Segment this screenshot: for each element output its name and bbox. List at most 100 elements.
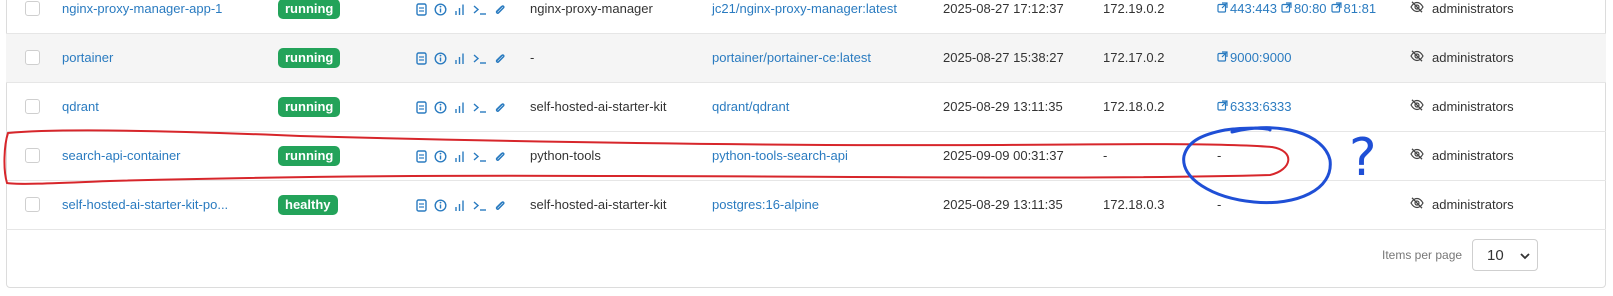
quick-actions xyxy=(416,34,506,82)
published-ports: - xyxy=(1217,148,1222,163)
quick-actions xyxy=(416,83,506,131)
image-link[interactable]: qdrant/qdrant xyxy=(712,83,789,131)
table-row[interactable]: qdrant running self-hosted-ai-starter-ki… xyxy=(6,83,1606,132)
ownership: administrators xyxy=(1410,132,1514,180)
stack-name: self-hosted-ai-starter-kit xyxy=(530,99,667,114)
attach-icon[interactable] xyxy=(494,3,506,16)
ip-address: - xyxy=(1103,148,1108,163)
ip-address: 172.17.0.2 xyxy=(1103,50,1165,65)
container-name-link[interactable]: nginx-proxy-manager-app-1 xyxy=(62,0,222,33)
table-row[interactable]: self-hosted-ai-starter-kit-po... healthy… xyxy=(6,181,1606,230)
inspect-icon[interactable] xyxy=(434,51,447,65)
stats-icon[interactable] xyxy=(454,52,465,65)
published-ports: - xyxy=(1217,197,1222,212)
logs-icon[interactable] xyxy=(416,198,427,212)
items-per-page-select[interactable]: 10 xyxy=(1472,239,1538,271)
quick-actions xyxy=(416,132,506,180)
port-link[interactable]: 80:80 xyxy=(1281,0,1327,33)
external-link-icon xyxy=(1330,0,1342,33)
ip-address: 172.18.0.2 xyxy=(1103,99,1165,114)
attach-icon[interactable] xyxy=(494,150,506,163)
port-mapping: 443:443 xyxy=(1230,1,1277,16)
status-badge: running xyxy=(278,146,341,166)
published-ports: 9000:9000 xyxy=(1217,34,1295,82)
status-badge: healthy xyxy=(278,195,338,215)
inspect-icon[interactable] xyxy=(434,2,447,16)
published-ports: 6333:6333 xyxy=(1217,83,1295,131)
row-checkbox[interactable] xyxy=(25,148,40,163)
stats-icon[interactable] xyxy=(454,150,465,163)
logs-icon[interactable] xyxy=(416,2,427,16)
container-name-link[interactable]: self-hosted-ai-starter-kit-po... xyxy=(62,181,228,229)
row-checkbox[interactable] xyxy=(25,1,40,16)
image-link[interactable]: postgres:16-alpine xyxy=(712,181,819,229)
items-per-page-value: 10 xyxy=(1487,247,1504,264)
stack-name: nginx-proxy-manager xyxy=(530,1,653,16)
logs-icon[interactable] xyxy=(416,149,427,163)
external-link-icon xyxy=(1217,34,1228,82)
logs-icon[interactable] xyxy=(416,100,427,114)
console-icon[interactable] xyxy=(472,52,487,65)
image-link[interactable]: python-tools-search-api xyxy=(712,132,848,180)
eye-slash-icon xyxy=(1410,34,1424,82)
status-badge: running xyxy=(278,0,341,19)
table-row[interactable]: search-api-container running python-tool… xyxy=(6,132,1606,181)
row-checkbox[interactable] xyxy=(25,50,40,65)
port-link[interactable]: 443:443 xyxy=(1217,0,1277,33)
items-per-page-label: Items per page xyxy=(1382,248,1463,262)
ownership-label: administrators xyxy=(1432,197,1514,212)
inspect-icon[interactable] xyxy=(434,100,447,114)
ip-address: 172.18.0.3 xyxy=(1103,197,1165,212)
inspect-icon[interactable] xyxy=(434,198,447,212)
eye-slash-icon xyxy=(1410,132,1424,180)
console-icon[interactable] xyxy=(472,3,487,16)
attach-icon[interactable] xyxy=(494,101,506,114)
row-checkbox[interactable] xyxy=(25,99,40,114)
stats-icon[interactable] xyxy=(454,199,465,212)
stack-name: self-hosted-ai-starter-kit xyxy=(530,197,667,212)
ownership-label: administrators xyxy=(1432,50,1514,65)
port-link[interactable]: 6333:6333 xyxy=(1217,83,1291,131)
ownership: administrators xyxy=(1410,34,1514,82)
stats-icon[interactable] xyxy=(454,101,465,114)
container-name-link[interactable]: qdrant xyxy=(62,83,99,131)
image-link[interactable]: jc21/nginx-proxy-manager:latest xyxy=(712,0,897,33)
created-date: 2025-08-29 13:11:35 xyxy=(943,197,1063,212)
ip-address: 172.19.0.2 xyxy=(1103,1,1165,16)
port-link[interactable]: 81:81 xyxy=(1330,0,1377,33)
status-badge: running xyxy=(278,97,341,117)
external-link-icon xyxy=(1281,0,1292,33)
quick-actions xyxy=(416,0,506,33)
console-icon[interactable] xyxy=(472,199,487,212)
eye-slash-icon xyxy=(1410,0,1424,33)
image-link[interactable]: portainer/portainer-ce:latest xyxy=(712,34,871,82)
eye-slash-icon xyxy=(1410,181,1424,229)
eye-slash-icon xyxy=(1410,83,1424,131)
container-name-link[interactable]: portainer xyxy=(62,34,113,82)
ownership-label: administrators xyxy=(1432,99,1514,114)
published-ports: 443:443 80:80 81:81 xyxy=(1217,0,1380,33)
port-mapping: 80:80 xyxy=(1294,1,1327,16)
port-link[interactable]: 9000:9000 xyxy=(1217,34,1291,82)
created-date: 2025-08-29 13:11:35 xyxy=(943,99,1063,114)
port-mapping: 9000:9000 xyxy=(1230,50,1292,65)
row-checkbox[interactable] xyxy=(25,197,40,212)
stats-icon[interactable] xyxy=(454,3,465,16)
table-row[interactable]: nginx-proxy-manager-app-1 running nginx-… xyxy=(6,0,1606,34)
ownership: administrators xyxy=(1410,181,1514,229)
console-icon[interactable] xyxy=(472,101,487,114)
ownership-label: administrators xyxy=(1432,148,1514,163)
table-row[interactable]: portainer running - portainer/portainer-… xyxy=(6,34,1606,83)
stack-name: - xyxy=(530,50,535,65)
created-date: 2025-08-27 17:12:37 xyxy=(943,1,1064,16)
port-mapping: 6333:6333 xyxy=(1230,99,1292,114)
attach-icon[interactable] xyxy=(494,199,506,212)
ownership: administrators xyxy=(1410,0,1514,33)
stack-name: python-tools xyxy=(530,148,601,163)
logs-icon[interactable] xyxy=(416,51,427,65)
inspect-icon[interactable] xyxy=(434,149,447,163)
port-mapping: 81:81 xyxy=(1343,1,1377,16)
console-icon[interactable] xyxy=(472,150,487,163)
attach-icon[interactable] xyxy=(494,52,506,65)
container-name-link[interactable]: search-api-container xyxy=(62,132,181,180)
